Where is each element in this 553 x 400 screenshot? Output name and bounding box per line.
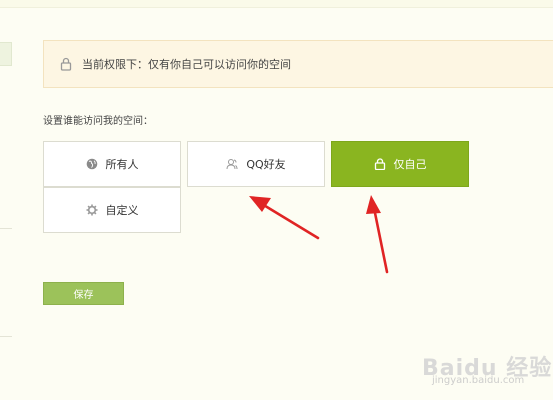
watermark-url: jingyan.baidu.com	[432, 375, 525, 386]
friends-icon	[226, 158, 238, 170]
arrow-to-only-me	[372, 206, 389, 274]
save-button[interactable]: 保存	[43, 282, 124, 305]
option-qq-friends[interactable]: QQ好友	[187, 141, 325, 187]
option-everyone[interactable]: 所有人	[43, 141, 181, 187]
sidebar-divider	[0, 228, 12, 229]
option-label: 自定义	[105, 204, 139, 217]
option-custom[interactable]: 自定义	[43, 187, 181, 233]
notice-text: 当前权限下：仅有你自己可以访问你的空间	[82, 58, 291, 71]
option-only-me[interactable]: 仅自己	[331, 141, 469, 187]
privacy-settings-page: 当前权限下：仅有你自己可以访问你的空间 设置谁能访问我的空间： 所有人 QQ好友	[0, 0, 553, 400]
lock-icon	[60, 57, 72, 71]
gear-icon	[86, 204, 98, 216]
sidebar-divider	[0, 336, 12, 337]
section-label: 设置谁能访问我的空间：	[43, 116, 153, 127]
top-strip	[0, 0, 553, 8]
permission-notice: 当前权限下：仅有你自己可以访问你的空间	[43, 40, 553, 88]
option-label: 仅自己	[393, 158, 427, 171]
option-label: 所有人	[105, 158, 139, 171]
option-label: QQ好友	[246, 158, 286, 171]
lock-icon	[374, 158, 386, 170]
arrowhead-only-me	[366, 195, 381, 214]
arrow-to-qq-friends	[260, 202, 320, 240]
arrowhead-qq-friends	[249, 196, 271, 212]
sidebar-edge[interactable]	[0, 42, 12, 66]
globe-icon	[86, 158, 98, 170]
